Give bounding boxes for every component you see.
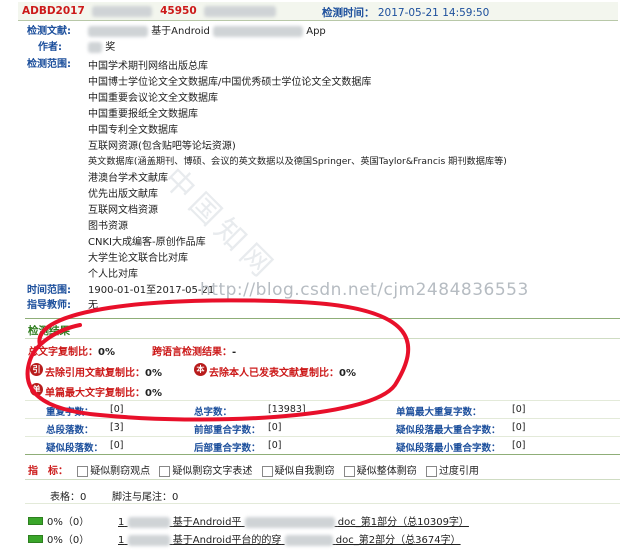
part-progress-bar [28, 535, 43, 543]
indicator-option: 疑似自我剽窃 [274, 466, 335, 477]
redacted-block [127, 534, 170, 546]
indicator-checkbox[interactable] [77, 465, 89, 477]
indicator-checkbox[interactable] [343, 465, 355, 477]
table-count: 表格：0 [50, 488, 86, 503]
part-title-visible: 基于Android平台的的穿 [172, 535, 282, 546]
part-link[interactable]: 1 基于Android平 doc_第1部分（总10309字） [118, 513, 469, 528]
part-title-visible: 基于Android平 [172, 517, 242, 528]
part-index: 1 [118, 535, 125, 546]
part-link[interactable]: 1 基于Android平台的的穿 doc_第2部分（总3674字） [118, 531, 461, 546]
indicator-option: 疑似剽窃观点 [90, 466, 151, 477]
indicator-label: 指 标： [28, 466, 68, 477]
indicator-checkbox[interactable] [261, 465, 273, 477]
table-value: 0 [80, 492, 87, 503]
part-pct: 0%（0） [47, 517, 90, 528]
divider [25, 503, 620, 504]
footnote-label: 脚注与尾注： [112, 492, 172, 503]
redacted-block [244, 516, 335, 528]
redacted-block [127, 516, 170, 528]
part-progress-bar [28, 517, 43, 525]
footnote-value: 0 [172, 492, 179, 503]
indicator-option: 过度引用 [438, 466, 479, 477]
redacted-block [284, 534, 333, 546]
part-index: 1 [118, 517, 125, 528]
indicator-row: 指 标： 疑似剽窃观点 疑似剽窃文字表述 疑似自我剽窃 疑似整体剽窃 过度引用 [28, 462, 479, 477]
table-label: 表格： [50, 492, 80, 503]
divider [25, 479, 620, 480]
part-pct: 0%（0） [47, 535, 90, 546]
indicator-option: 疑似整体剽窃 [356, 466, 417, 477]
footnote-count: 脚注与尾注：0 [112, 488, 178, 503]
part-suffix: doc_第1部分（总10309字） [337, 517, 469, 528]
indicator-checkbox[interactable] [159, 465, 171, 477]
part-suffix: doc_第2部分（总3674字） [335, 535, 461, 546]
indicator-option: 疑似剽窃文字表述 [172, 466, 253, 477]
indicator-checkbox[interactable] [425, 465, 437, 477]
